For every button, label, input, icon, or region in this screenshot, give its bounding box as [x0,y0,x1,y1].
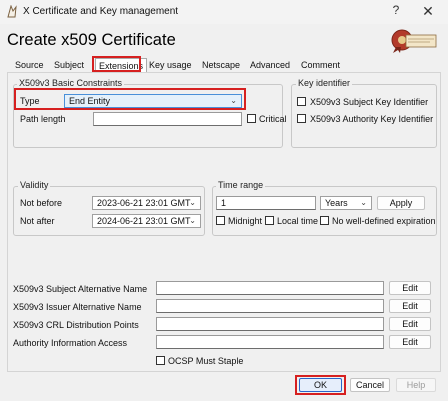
time-range-amount-input[interactable]: 1 [216,196,316,210]
app-logo-icon [7,5,17,18]
chevron-down-icon: ⌄ [360,198,367,207]
chevron-down-icon: ⌄ [189,216,196,225]
title-help-button[interactable]: ? [388,3,404,19]
seal-logo-icon [391,29,437,53]
local-time-label: Local time [277,216,319,226]
not-before-value: 2023-06-21 23:01 GMT [97,198,191,208]
authority-info-access-label: Authority Information Access [13,338,128,348]
not-after-datetime[interactable]: 2024-06-21 23:01 GMT ⌄ [92,214,201,228]
subject-alt-name-input[interactable] [156,281,384,295]
authority-info-access-input[interactable] [156,335,384,349]
time-range-title: Time range [216,180,266,190]
issuer-alt-name-label: X509v3 Issuer Alternative Name [13,302,142,312]
critical-label: Critical [259,114,287,124]
ocsp-must-staple-checkbox[interactable] [156,356,165,365]
subject-alt-name-edit-button[interactable]: Edit [389,281,431,295]
type-value: End Entity [69,96,111,106]
not-after-label: Not after [20,216,55,226]
help-button[interactable]: Help [396,378,436,392]
tab-netscape[interactable]: Netscape [199,58,243,72]
not-before-label: Not before [20,198,63,208]
authority-key-identifier-label: X509v3 Authority Key Identifier [310,114,434,124]
path-length-input[interactable] [93,112,242,126]
time-range-group [212,186,437,236]
extensions-tab-highlight [92,56,141,72]
path-length-label: Path length [20,114,66,124]
issuer-alt-name-input[interactable] [156,299,384,313]
no-expiration-checkbox[interactable] [320,216,329,225]
chevron-down-icon: ⌄ [230,96,237,105]
basic-constraints-title: X509v3 Basic Constraints [17,78,125,88]
critical-checkbox[interactable] [247,114,256,123]
tab-subject[interactable]: Subject [51,58,87,72]
subject-key-identifier-label: X509v3 Subject Key Identifier [310,97,429,107]
tab-source[interactable]: Source [12,58,47,72]
issuer-alt-name-edit-button[interactable]: Edit [389,299,431,313]
midnight-label: Midnight [228,216,263,226]
midnight-checkbox[interactable] [216,216,225,225]
ocsp-must-staple-label: OCSP Must Staple [168,356,244,366]
cancel-button[interactable]: Cancel [350,378,390,392]
authority-key-identifier-checkbox[interactable] [297,114,306,123]
ok-button[interactable]: OK [299,378,342,392]
crl-distribution-label: X509v3 CRL Distribution Points [13,320,139,330]
local-time-checkbox[interactable] [265,216,274,225]
time-range-unit-value: Years [325,198,348,208]
type-label: Type [20,96,40,106]
close-button[interactable]: ✕ [418,2,438,20]
tab-comment[interactable]: Comment [298,58,343,72]
subject-key-identifier-checkbox[interactable] [297,97,306,106]
page-title: Create x509 Certificate [7,31,176,49]
authority-info-access-edit-button[interactable]: Edit [389,335,431,349]
tab-advanced[interactable]: Advanced [247,58,293,72]
validity-title: Validity [18,180,51,190]
key-identifier-title: Key identifier [296,78,353,88]
window-title: X Certificate and Key management [23,6,179,17]
tab-key-usage[interactable]: Key usage [146,58,195,72]
type-select[interactable]: End Entity ⌄ [64,94,242,108]
subject-alt-name-label: X509v3 Subject Alternative Name [13,284,148,294]
crl-distribution-edit-button[interactable]: Edit [389,317,431,331]
validity-group [13,186,205,236]
time-range-unit-select[interactable]: Years ⌄ [320,196,372,210]
not-before-datetime[interactable]: 2023-06-21 23:01 GMT ⌄ [92,196,201,210]
no-expiration-label: No well-defined expiration [332,216,436,226]
not-after-value: 2024-06-21 23:01 GMT [97,216,191,226]
chevron-down-icon: ⌄ [189,198,196,207]
apply-button[interactable]: Apply [377,196,425,210]
crl-distribution-input[interactable] [156,317,384,331]
